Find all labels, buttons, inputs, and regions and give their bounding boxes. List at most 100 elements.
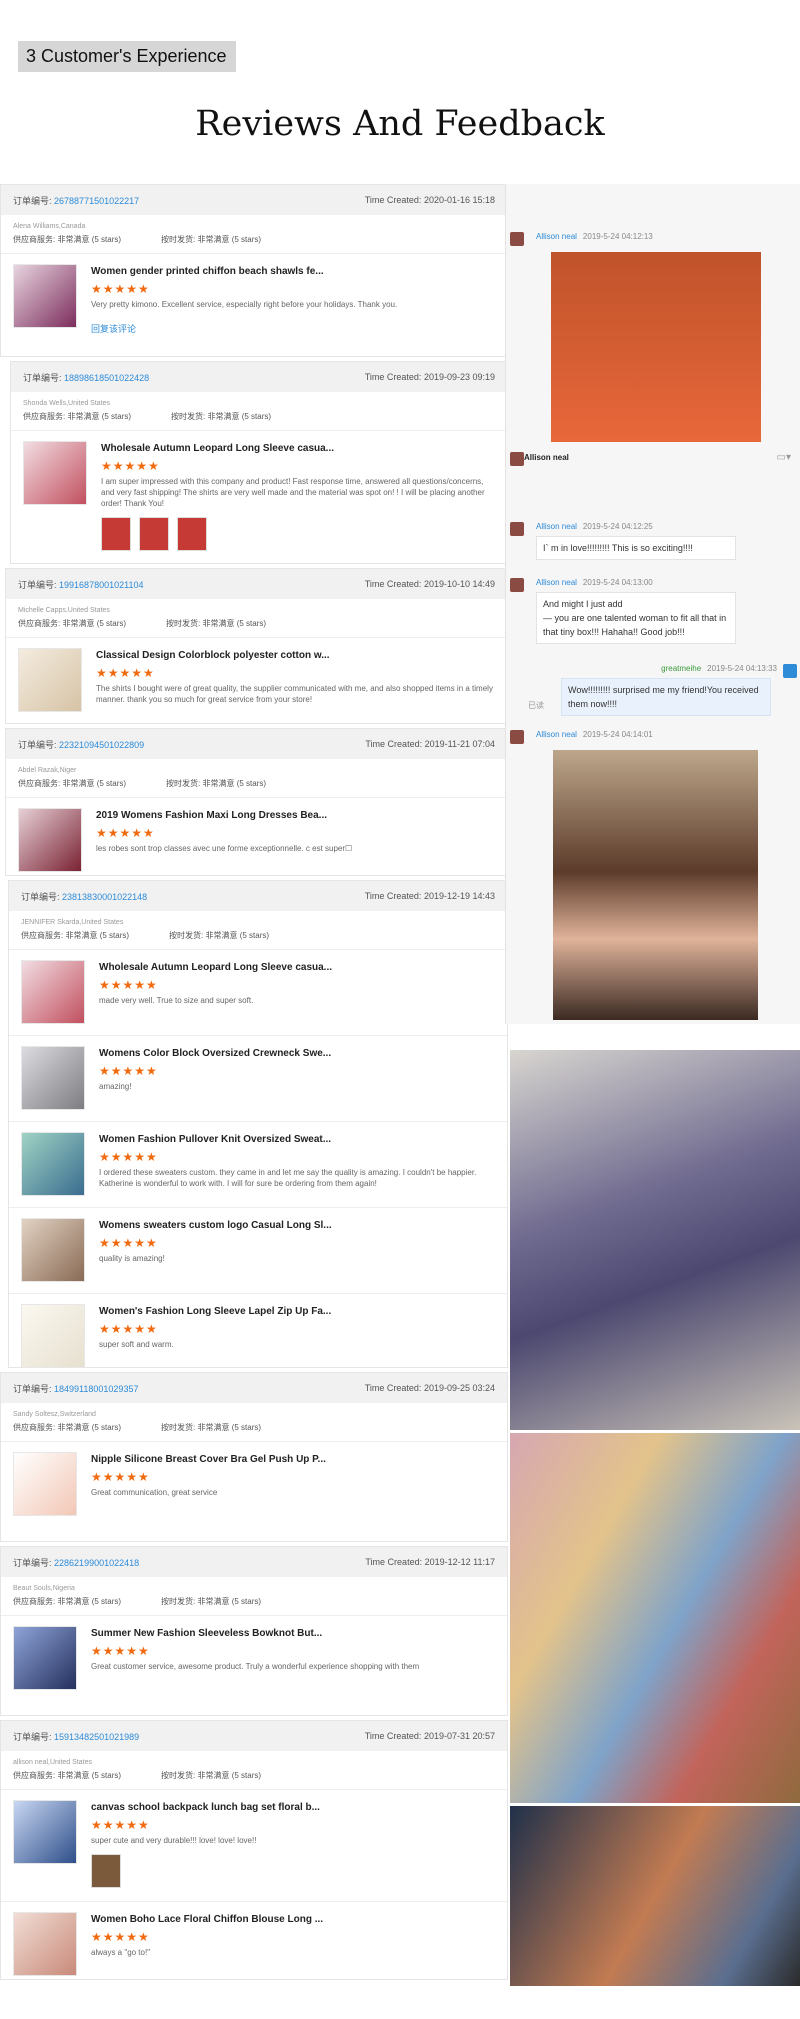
rating-stats: 供应商服务: 非常满意 (5 stars) 按时发货: 非常满意 (5 star… <box>1 232 507 254</box>
order-time: Time Created: 2019-12-19 14:43 <box>364 891 495 901</box>
buyer-name: Sandy Soltesz,Switzerland <box>13 1411 96 1418</box>
product-title[interactable]: Women's Fashion Long Sleeve Lapel Zip Up… <box>99 1306 495 1317</box>
review-photo[interactable] <box>101 517 131 551</box>
product-title[interactable]: Summer New Fashion Sleeveless Bowknot Bu… <box>91 1628 495 1639</box>
rating-stars: ★★★★★ <box>91 1644 150 1658</box>
review-photo[interactable] <box>91 1854 121 1888</box>
rating-stars: ★★★★★ <box>91 1930 150 1944</box>
review-item: Nipple Silicone Breast Cover Bra Gel Pus… <box>1 1442 507 1526</box>
buyer-name: Michelle Capps,United States <box>18 607 110 614</box>
product-title[interactable]: 2019 Womens Fashion Maxi Long Dresses Be… <box>96 810 495 821</box>
rating-stats: 供应商服务: 非常满意 (5 stars) 按时发货: 非常满意 (5 star… <box>1 1420 507 1442</box>
message-bubble: I` m in love!!!!!!!!! This is so excitin… <box>536 536 736 560</box>
buyer-name: Shonda Wells,United States <box>23 400 111 407</box>
order-card: 订单编号: 19916878001021104 Time Created: 20… <box>5 568 508 724</box>
chat-photo-orange-shirt[interactable] <box>551 252 761 442</box>
order-card: 订单编号: 15913482501021989 Time Created: 20… <box>0 1720 508 1980</box>
video-call-icon[interactable]: ▭▾ <box>777 452 791 463</box>
review-comment: quality is amazing! <box>99 1254 165 1263</box>
order-number[interactable]: 订单编号: 18898618501022428 <box>23 371 149 384</box>
product-title[interactable]: Women gender printed chiffon beach shawl… <box>91 266 495 277</box>
order-number[interactable]: 订单编号: 19916878001021104 <box>18 578 143 591</box>
order-time: Time Created: 2019-11-21 07:04 <box>365 739 495 749</box>
order-number[interactable]: 订单编号: 22321094501022809 <box>18 738 144 751</box>
buyer-name: Beaut Souls,Nigeria <box>13 1585 75 1592</box>
product-thumbnail[interactable] <box>13 1626 77 1690</box>
order-time: Time Created: 2020-01-16 15:18 <box>364 195 495 205</box>
avatar <box>510 522 524 536</box>
avatar <box>510 452 524 466</box>
review-comment: I am super impressed with this company a… <box>101 477 485 508</box>
order-time: Time Created: 2019-09-25 03:24 <box>364 1383 495 1393</box>
review-comment: amazing! <box>99 1082 132 1091</box>
product-thumbnail[interactable] <box>18 808 82 872</box>
rating-stars: ★★★★★ <box>96 666 155 680</box>
rating-stars: ★★★★★ <box>91 1470 150 1484</box>
chat-photo-selfie[interactable] <box>553 750 758 1020</box>
product-title[interactable]: Wholesale Autumn Leopard Long Sleeve cas… <box>101 443 495 454</box>
product-thumbnail[interactable] <box>21 1304 85 1368</box>
product-thumbnail[interactable] <box>21 1132 85 1196</box>
page-title: Reviews And Feedback <box>195 104 605 144</box>
product-title[interactable]: Women Fashion Pullover Knit Oversized Sw… <box>99 1134 495 1145</box>
order-card: 订单编号: 22321094501022809 Time Created: 20… <box>5 728 508 876</box>
order-time: Time Created: 2019-10-10 14:49 <box>364 579 495 589</box>
order-card: 订单编号: 26788771501022217 Time Created: 20… <box>0 184 508 357</box>
review-comment: Great customer service, awesome product.… <box>91 1662 420 1671</box>
chat-panel: Allison neal 2019-5-24 04:12:13 Allison n… <box>505 184 800 1024</box>
review-photo[interactable] <box>139 517 169 551</box>
review-item: Classical Design Colorblock polyester co… <box>6 638 507 722</box>
message-bubble: And might I just add — you are one talen… <box>536 592 736 644</box>
product-thumbnail[interactable] <box>13 1452 77 1516</box>
review-item: Womens Color Block Oversized Crewneck Sw… <box>9 1036 507 1122</box>
order-number[interactable]: 订单编号: 23813830001022148 <box>21 890 147 903</box>
rating-stars: ★★★★★ <box>91 1818 150 1832</box>
rating-stats: 供应商服务: 非常满意 (5 stars) 按时发货: 非常满意 (5 star… <box>6 616 507 638</box>
product-thumbnail[interactable] <box>13 264 77 328</box>
product-title[interactable]: Wholesale Autumn Leopard Long Sleeve cas… <box>99 962 495 973</box>
review-item: Summer New Fashion Sleeveless Bowknot Bu… <box>1 1616 507 1700</box>
product-title[interactable]: Nipple Silicone Breast Cover Bra Gel Pus… <box>91 1454 495 1465</box>
order-header: 订单编号: 15913482501021989 Time Created: 20… <box>1 1721 507 1751</box>
rating-stars: ★★★★★ <box>101 459 160 473</box>
order-header: 订单编号: 23813830001022148 Time Created: 20… <box>9 881 507 911</box>
order-time: Time Created: 2019-12-12 11:17 <box>365 1557 495 1567</box>
order-number[interactable]: 订单编号: 26788771501022217 <box>13 194 139 207</box>
product-thumbnail[interactable] <box>18 648 82 712</box>
rating-stars: ★★★★★ <box>99 978 158 992</box>
review-photo[interactable] <box>177 517 207 551</box>
rating-stars: ★★★★★ <box>91 282 150 296</box>
product-thumbnail[interactable] <box>21 1218 85 1282</box>
message-meta: Allison neal 2019-5-24 04:12:13 <box>536 232 653 241</box>
rating-stars: ★★★★★ <box>99 1064 158 1078</box>
order-time: Time Created: 2019-07-31 20:57 <box>364 1731 495 1741</box>
rating-stats: 供应商服务: 非常满意 (5 stars) 按时发货: 非常满意 (5 star… <box>1 1768 507 1790</box>
review-comment: made very well. True to size and super s… <box>99 996 254 1005</box>
reply-link[interactable]: 回复该评论 <box>91 322 495 335</box>
product-thumbnail[interactable] <box>23 441 87 505</box>
product-title[interactable]: Classical Design Colorblock polyester co… <box>96 650 495 661</box>
buyer-name: Alena Williams,Canada <box>13 223 86 230</box>
product-title[interactable]: Womens Color Block Oversized Crewneck Sw… <box>99 1048 495 1059</box>
message-meta: Allison neal 2019-5-24 04:14:01 <box>536 730 653 739</box>
order-card: 订单编号: 22862199001022418 Time Created: 20… <box>0 1546 508 1716</box>
product-thumbnail[interactable] <box>21 1046 85 1110</box>
product-thumbnail[interactable] <box>13 1912 77 1976</box>
product-title[interactable]: Women Boho Lace Floral Chiffon Blouse Lo… <box>91 1914 495 1925</box>
product-thumbnail[interactable] <box>13 1800 77 1864</box>
review-item: Wholesale Autumn Leopard Long Sleeve cas… <box>11 431 507 561</box>
order-number[interactable]: 订单编号: 15913482501021989 <box>13 1730 139 1743</box>
review-item: Women gender printed chiffon beach shawl… <box>1 254 507 345</box>
review-item: Women Boho Lace Floral Chiffon Blouse Lo… <box>1 1902 507 1986</box>
review-comment: The shirts I bought were of great qualit… <box>96 684 493 704</box>
product-title[interactable]: Womens sweaters custom logo Casual Long … <box>99 1220 495 1231</box>
order-number[interactable]: 订单编号: 18499118001029357 <box>13 1382 138 1395</box>
photo-rack-graphic-tees <box>510 1806 800 1986</box>
message-meta: greatmeihe 2019-5-24 04:13:33 <box>661 664 777 673</box>
product-thumbnail[interactable] <box>21 960 85 1024</box>
product-title[interactable]: canvas school backpack lunch bag set flo… <box>91 1802 495 1813</box>
rating-stats: 供应商服务: 非常满意 (5 stars) 按时发货: 非常满意 (5 star… <box>11 409 507 431</box>
review-item: Womens sweaters custom logo Casual Long … <box>9 1208 507 1294</box>
rating-stats: 供应商服务: 非常满意 (5 stars) 按时发货: 非常满意 (5 star… <box>9 928 507 950</box>
order-number[interactable]: 订单编号: 22862199001022418 <box>13 1556 139 1569</box>
